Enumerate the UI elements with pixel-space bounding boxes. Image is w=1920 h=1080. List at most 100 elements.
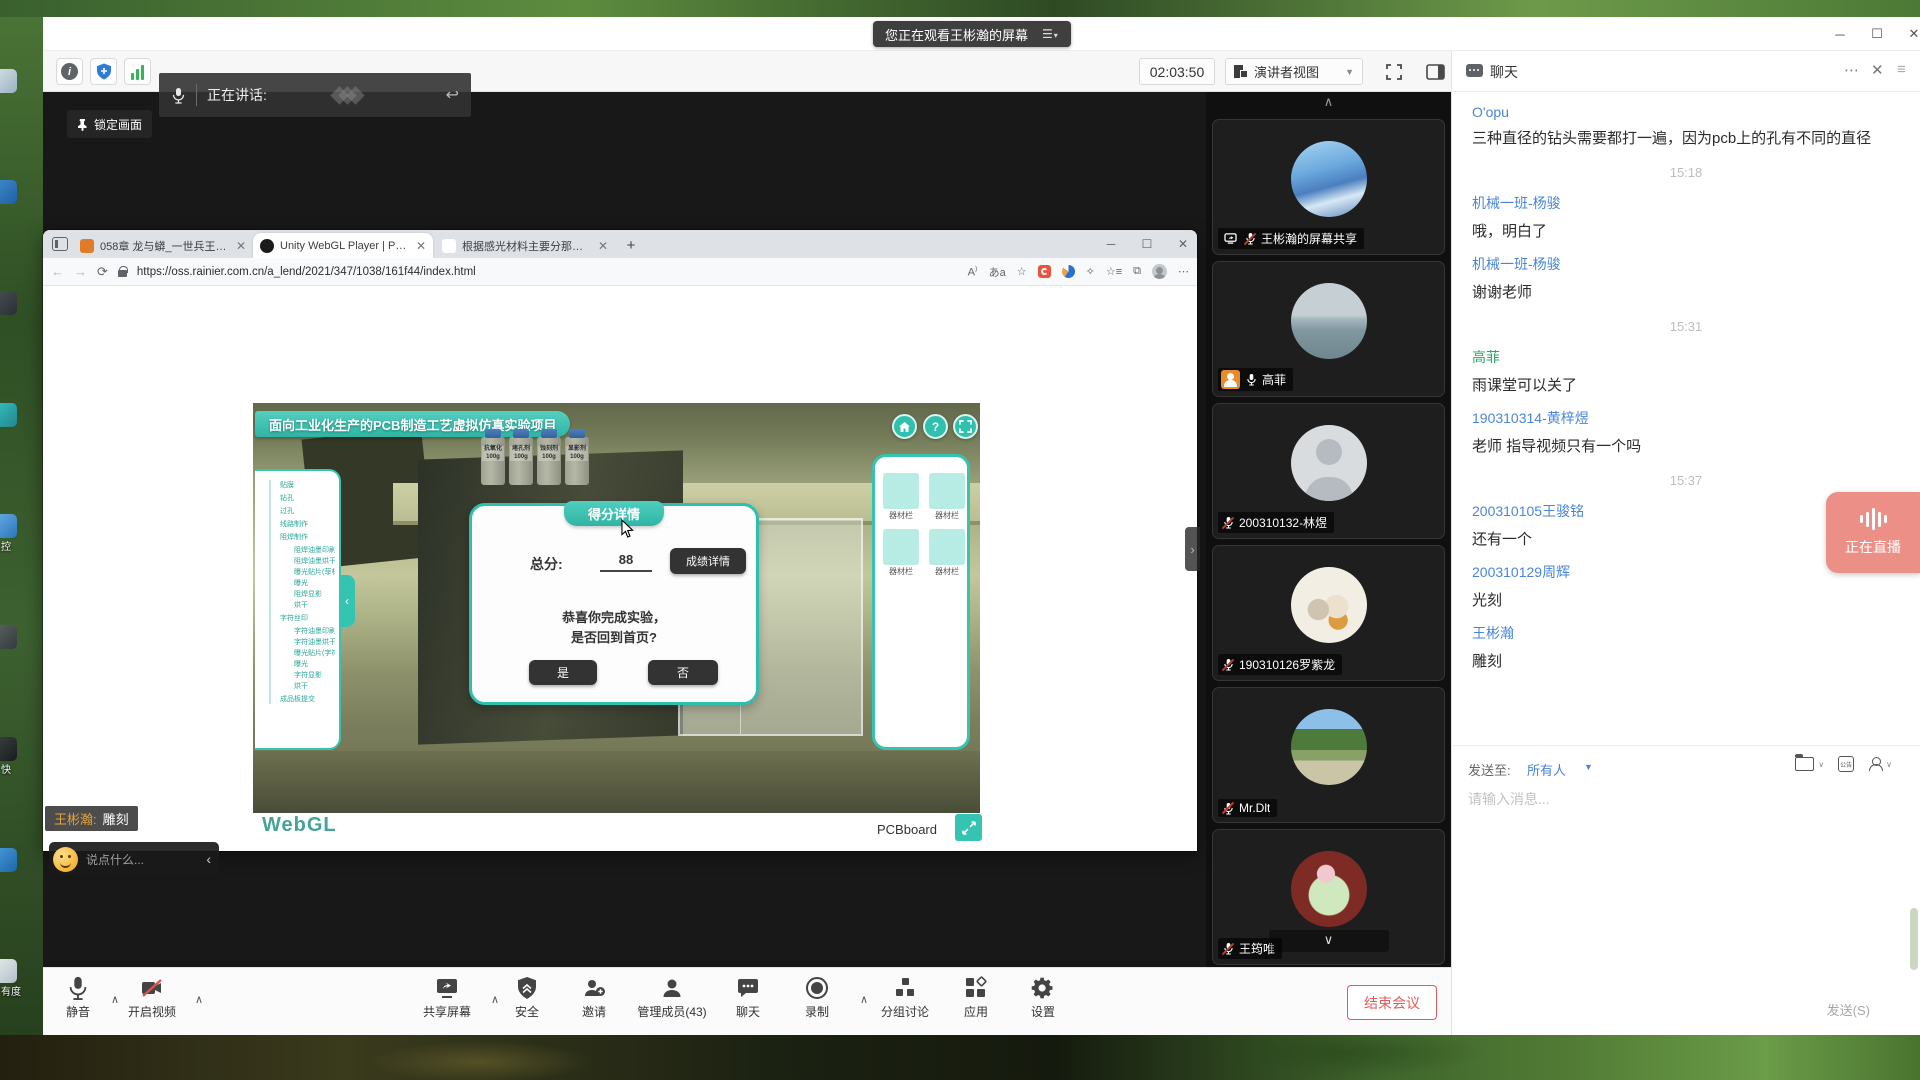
chat-button[interactable]: 聊天 <box>708 976 788 1020</box>
mute-button[interactable]: 静音 <box>43 976 113 1020</box>
profile-avatar[interactable] <box>1152 264 1167 279</box>
close-button[interactable]: ✕ <box>1899 23 1920 45</box>
extension-circle-icon[interactable] <box>1062 265 1075 278</box>
help-button[interactable]: ? <box>923 414 948 439</box>
vertical-tabs-icon[interactable] <box>52 237 68 251</box>
scroll-down-chevron[interactable]: ∨ <box>1269 930 1389 952</box>
score-details-button[interactable]: 成绩详情 <box>670 548 746 574</box>
no-button[interactable]: 否 <box>648 660 718 685</box>
equipment-slot[interactable]: 器材栏 <box>883 473 919 521</box>
share-screen-button[interactable]: 共享屏幕 <box>402 976 492 1020</box>
desktop-app-icon[interactable]: 控 <box>0 514 17 538</box>
chat-drag-handle-icon[interactable]: ≡ <box>1897 61 1906 78</box>
desktop-app-icon[interactable] <box>0 180 17 204</box>
desktop-app-icon[interactable]: 有度 <box>0 959 17 983</box>
desktop-app-icon[interactable]: 快 <box>0 737 17 761</box>
participant-tile[interactable]: 200310132-林煜 <box>1212 403 1445 539</box>
file-caret-icon[interactable]: ∨ <box>1818 760 1824 769</box>
collections-icon[interactable]: ☆≡ <box>1106 265 1122 278</box>
lock-view-button[interactable]: 锁定画面 <box>67 110 152 138</box>
tab-close-icon[interactable]: ✕ <box>598 239 608 253</box>
steps-panel-collapse-button[interactable]: ‹ <box>339 575 355 627</box>
browser-tab[interactable]: 根据感光材料主要分那两种图纸 ✕ <box>435 233 615 258</box>
quick-chat-bar[interactable]: 说点什么... ‹ <box>49 842 219 876</box>
maximize-button[interactable]: ☐ <box>1862 23 1892 45</box>
browser-close-button[interactable]: ✕ <box>1167 232 1199 256</box>
settings-button[interactable]: 设置 <box>1003 976 1083 1020</box>
jump-to-speaker-icon[interactable]: ↩ <box>446 85 459 105</box>
side-panel-toggle-button[interactable] <box>1422 60 1448 84</box>
scroll-up-chevron[interactable]: ∧ <box>1206 94 1451 110</box>
meeting-info-button[interactable]: i <box>56 58 83 85</box>
fullscreen-button[interactable] <box>1381 60 1407 84</box>
send-to-select[interactable]: 所有人 <box>1527 760 1566 779</box>
end-meeting-button[interactable]: 结束会议 <box>1347 985 1437 1020</box>
equipment-slot[interactable]: 器材栏 <box>929 529 965 577</box>
chat-close-icon[interactable]: ✕ <box>1871 61 1884 79</box>
participant-tile[interactable]: 高菲 <box>1212 261 1445 397</box>
quick-chat-collapse-icon[interactable]: ‹ <box>206 851 211 867</box>
forward-button[interactable]: → <box>74 264 87 279</box>
equipment-slot[interactable]: 器材栏 <box>929 473 965 521</box>
participant-tile[interactable]: 190310126罗紫龙 <box>1212 545 1445 681</box>
browser-tab[interactable]: Unity WebGL Player | PCBboard ✕ <box>253 233 433 258</box>
yes-button[interactable]: 是 <box>529 660 597 685</box>
tab-close-icon[interactable]: ✕ <box>416 239 426 253</box>
start-video-button[interactable]: 开启视频 <box>107 976 197 1020</box>
translate-icon[interactable]: あa <box>989 264 1006 280</box>
video-options-caret[interactable]: ∧ <box>195 993 203 1006</box>
live-streaming-badge[interactable]: 正在直播 <box>1826 492 1920 573</box>
desktop-app-icon[interactable] <box>0 69 17 93</box>
read-aloud-icon[interactable]: A⟩ <box>968 265 978 279</box>
refresh-button[interactable]: ⟳ <box>97 264 108 280</box>
browser-tab[interactable]: 058章 龙与蟒_一世兵王_笔趣阁 ✕ <box>73 233 253 258</box>
send-button[interactable]: 发送(S) <box>1827 1000 1870 1019</box>
chat-message-list[interactable]: O'opu 三种直径的钻头需要都打一遍，因为pcb上的孔有不同的直径 15:18… <box>1451 92 1920 745</box>
mention-caret-icon[interactable]: ∨ <box>1886 760 1892 769</box>
minimize-button[interactable]: ─ <box>1825 23 1855 45</box>
tab-close-icon[interactable]: ✕ <box>236 239 246 253</box>
back-button[interactable]: ← <box>51 264 64 279</box>
unity-canvas[interactable]: 面向工业化生产的PCB制造工艺虚拟仿真实验项目 ? 抗氧化100g 堵孔剂100… <box>253 403 980 813</box>
meeting-security-button[interactable] <box>90 58 117 85</box>
announcement-icon[interactable]: 公告 <box>1838 756 1854 772</box>
home-button[interactable] <box>892 414 917 439</box>
file-attach-icon[interactable] <box>1795 757 1814 771</box>
mention-person-icon[interactable] <box>1868 757 1882 771</box>
equipment-slot[interactable]: 器材栏 <box>883 529 919 577</box>
browser-tabstrip: 058章 龙与蟒_一世兵王_笔趣阁 ✕ Unity WebGL Player |… <box>43 230 1197 258</box>
video-strip-collapse-button[interactable]: › <box>1185 527 1200 571</box>
webgl-fullscreen-button[interactable] <box>955 814 982 841</box>
browser-minimize-button[interactable]: ─ <box>1095 232 1127 256</box>
browser-maximize-button[interactable]: ☐ <box>1131 232 1163 256</box>
quick-chat-placeholder[interactable]: 说点什么... <box>86 851 198 868</box>
participant-tile[interactable]: 王彬瀚的屏幕共享 <box>1212 119 1445 255</box>
reagent-bottle[interactable]: 抗氧化100g <box>481 437 505 485</box>
reagent-bottle[interactable]: 堵孔剂100g <box>509 437 533 485</box>
new-tab-button[interactable]: + <box>621 235 641 255</box>
url-bar[interactable]: https://oss.rainier.com.cn/a_lend/2021/3… <box>137 266 958 278</box>
reagent-bottle[interactable]: 显影剂100g <box>565 437 589 485</box>
chat-more-icon[interactable]: ⋯ <box>1844 61 1859 79</box>
extensions-icon[interactable]: ✧ <box>1086 265 1095 278</box>
desktop-app-icon[interactable] <box>0 291 17 315</box>
participant-tile[interactable]: Mr.Dlt <box>1212 687 1445 823</box>
chat-input[interactable] <box>1466 790 1896 808</box>
favorite-star-icon[interactable]: ☆ <box>1017 265 1027 278</box>
desktop-app-icon[interactable] <box>0 403 17 427</box>
hamburger-icon[interactable]: ☰▾ <box>1042 27 1059 41</box>
reagent-bottle[interactable]: 蚀刻剂100g <box>537 437 561 485</box>
tab-group-icon[interactable]: ⧉ <box>1133 265 1141 278</box>
browser-menu-icon[interactable]: ⋯ <box>1178 265 1189 278</box>
watching-banner[interactable]: 您正在观看王彬瀚的屏幕 ☰▾ <box>873 21 1071 47</box>
view-mode-select[interactable]: 演讲者视图 ▼ <box>1225 58 1363 85</box>
scrollbar-thumb[interactable] <box>1910 908 1918 970</box>
https-lock-icon[interactable] <box>118 266 127 277</box>
desktop-app-icon[interactable] <box>0 625 17 649</box>
emoji-icon[interactable] <box>53 847 78 872</box>
desktop-app-icon[interactable] <box>0 848 17 872</box>
extension-red-icon[interactable] <box>1038 265 1051 278</box>
expand-button[interactable] <box>953 414 978 439</box>
record-button[interactable]: 录制 <box>777 976 857 1020</box>
network-signal-button[interactable] <box>124 58 151 85</box>
